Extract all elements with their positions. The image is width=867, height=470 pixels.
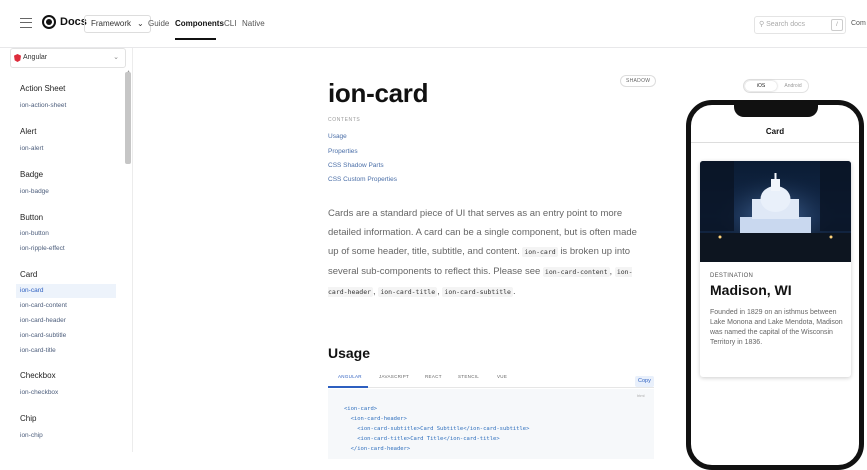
framework-label: Framework <box>91 19 132 28</box>
nav-guide[interactable]: Guide <box>148 19 169 28</box>
intro-paragraph: Cards are a standard piece of UI that se… <box>328 204 648 302</box>
end-period: . <box>512 286 516 297</box>
card-content: Founded in 1829 on an isthmus between La… <box>710 309 843 346</box>
preview-header-title: Card <box>691 117 859 143</box>
nav-native[interactable]: Native <box>242 19 265 28</box>
sidebar-group-button: Button <box>20 213 44 222</box>
contents-label: CONTENTS <box>328 117 361 123</box>
code-ion-card: ion-card <box>522 247 558 257</box>
tab-angular[interactable]: ANGULAR <box>338 374 362 379</box>
sidebar-group-badge: Badge <box>20 170 44 179</box>
copy-button[interactable]: Copy <box>635 376 654 387</box>
community-link[interactable]: Com <box>851 20 866 27</box>
phone-notch <box>734 105 818 117</box>
active-nav-indicator <box>175 38 216 40</box>
framework-dropdown[interactable]: Framework ⌄ <box>84 15 151 33</box>
tab-vue[interactable]: VUE <box>497 374 507 379</box>
card-image <box>700 161 851 262</box>
separator: , <box>437 286 440 297</box>
angular-icon <box>14 54 21 62</box>
code-line: <ion-card-title>Card Title</ion-card-tit… <box>344 436 500 442</box>
code-ion-card-content[interactable]: ion-card-content <box>542 267 610 277</box>
page-title: ion-card <box>328 78 429 108</box>
toc-link-css-custom-properties[interactable]: CSS Custom Properties <box>328 176 397 183</box>
tab-react[interactable]: REACT <box>425 374 442 379</box>
sidebar-item-ion-chip[interactable]: ion-chip <box>20 432 43 439</box>
nav-cli[interactable]: CLI <box>224 19 236 28</box>
sidebar-item-ion-checkbox[interactable]: ion-checkbox <box>20 389 58 396</box>
toc-link-properties[interactable]: Properties <box>328 148 358 155</box>
code-line: <ion-card-header> <box>344 416 407 422</box>
sidebar-item-ion-card-row: ion-card <box>0 284 120 298</box>
menu-icon[interactable] <box>20 18 32 28</box>
ionic-logo[interactable]: Docs <box>42 15 87 29</box>
shadow-badge: SHADOW <box>620 75 657 87</box>
toc-link-usage[interactable]: Usage <box>328 133 347 140</box>
tab-stencil[interactable]: STENCIL <box>458 374 479 379</box>
usage-heading: Usage <box>328 345 371 361</box>
capitol-building-image <box>700 161 851 262</box>
code-line: </ion-card-header> <box>344 446 411 452</box>
code-language-label: html <box>637 393 645 398</box>
code-line: <ion-card-subtitle>Card Subtitle</ion-ca… <box>344 426 530 432</box>
sidebar-group-checkbox: Checkbox <box>20 371 56 380</box>
card-title: Madison, WI <box>710 282 792 298</box>
platform-mode-toggle: iOS Android <box>743 79 809 93</box>
sidebar-item-ion-ripple-effect[interactable]: ion-ripple-effect <box>20 245 65 252</box>
code-tabs: ANGULAR JAVASCRIPT REACT STENCIL VUE <box>328 366 654 388</box>
sidebar-item-ion-alert[interactable]: ion-alert <box>20 145 43 152</box>
sidebar-item-ion-card-content[interactable]: ion-card-content <box>20 302 67 309</box>
platform-label: Angular <box>23 54 48 61</box>
nav-components[interactable]: Components <box>175 19 224 28</box>
code-line: <ion-card> <box>344 406 378 412</box>
code-ion-card-title[interactable]: ion-card-title <box>378 287 438 297</box>
chevron-down-icon: ⌄ <box>137 19 144 28</box>
sidebar-group-alert: Alert <box>20 127 37 136</box>
sidebar-item-ion-action-sheet[interactable]: ion-action-sheet <box>20 102 66 109</box>
search-placeholder: Search docs <box>766 21 806 28</box>
separator: , <box>609 266 613 277</box>
active-tab-indicator <box>328 386 368 388</box>
sidebar-group-action-sheet: Action Sheet <box>20 84 66 93</box>
sidebar-group-card: Card <box>20 270 38 279</box>
logo-text: Docs <box>60 16 87 28</box>
chevron-down-icon: ⌄ <box>113 54 119 61</box>
sidebar-scrollbar[interactable] <box>125 72 131 164</box>
main-content: ion-card SHADOW CONTENTS Usage Propertie… <box>134 48 657 459</box>
toc-link-css-shadow-parts[interactable]: CSS Shadow Parts <box>328 162 384 169</box>
sidebar-item-ion-card-title[interactable]: ion-card-title <box>20 347 56 354</box>
platform-dropdown[interactable]: Angular ⌄ <box>10 48 126 68</box>
search-shortcut: / <box>831 19 843 31</box>
device-preview: Card DESTINATION Madison, WI Founded in … <box>686 100 864 470</box>
sidebar-item-ion-button[interactable]: ion-button <box>20 230 49 237</box>
preview-card: DESTINATION Madison, WI Founded in 1829 … <box>700 161 851 377</box>
sidebar-item-ion-card[interactable]: ion-card <box>16 284 116 298</box>
card-subtitle: DESTINATION <box>710 273 754 279</box>
tab-javascript[interactable]: JAVASCRIPT <box>379 374 409 379</box>
mode-ios[interactable]: iOS <box>745 81 777 91</box>
separator: , <box>373 286 376 297</box>
sidebar-item-ion-badge[interactable]: ion-badge <box>20 188 49 195</box>
ionic-logo-icon <box>42 15 56 29</box>
sidebar-item-ion-card-header[interactable]: ion-card-header <box>20 317 66 324</box>
search-input[interactable]: ⚲ Search docs / <box>754 16 846 34</box>
sidebar-item-ion-card-subtitle[interactable]: ion-card-subtitle <box>20 332 66 339</box>
top-bar: Docs Framework ⌄ Guide Components CLI Na… <box>0 0 867 48</box>
sidebar-group-chip: Chip <box>20 414 37 423</box>
mode-android[interactable]: Android <box>777 81 809 91</box>
code-ion-card-subtitle[interactable]: ion-card-subtitle <box>442 287 513 297</box>
search-icon: ⚲ <box>759 21 765 28</box>
sidebar: Angular ⌄ ▲ Action Sheet ion-action-shee… <box>0 48 133 452</box>
